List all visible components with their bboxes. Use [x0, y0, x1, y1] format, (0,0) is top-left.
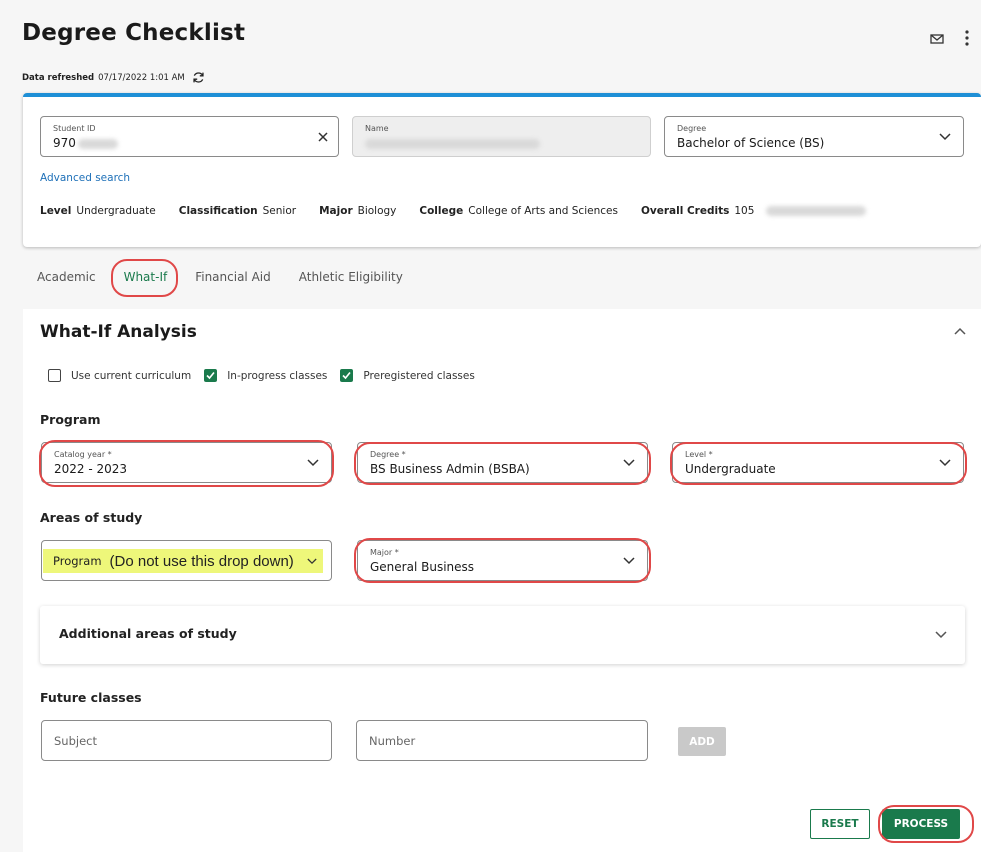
checkbox-preregistered-classes[interactable] — [340, 369, 354, 382]
check-icon — [206, 371, 215, 380]
check-icon — [342, 371, 352, 380]
annotation-ring-major — [354, 538, 651, 583]
classification-label: Classification — [178, 205, 258, 217]
section-title: What-If Analysis — [40, 322, 197, 342]
future-classes-heading: Future classes — [40, 690, 142, 705]
tab-academic[interactable]: Academic — [37, 270, 96, 284]
program-dropdown-label: Program — [53, 554, 102, 568]
check-label: Use current curriculum — [71, 369, 192, 382]
refresh-time: 07/17/2022 1:01 AM — [98, 72, 185, 83]
degree-select[interactable]: Degree Bachelor of Science (BS) — [664, 116, 964, 157]
advanced-search-link[interactable]: Advanced search — [40, 172, 130, 184]
mail-icon[interactable] — [930, 32, 944, 46]
name-field: Name — [352, 116, 651, 157]
refresh-icon[interactable] — [192, 71, 205, 84]
credits-label: Overall Credits — [640, 205, 730, 217]
checkbox-use-current-curriculum[interactable] — [48, 369, 61, 382]
clear-icon[interactable] — [318, 132, 328, 142]
major-value: Biology — [357, 205, 397, 217]
subject-input[interactable] — [42, 721, 331, 760]
more-vertical-icon[interactable] — [962, 29, 972, 47]
level-label: Level — [40, 205, 72, 217]
annotation-ring-catalog-year — [39, 440, 334, 487]
classification-value: Senior — [262, 205, 297, 217]
check-label: Preregistered classes — [363, 369, 475, 382]
degree-label: Degree — [677, 124, 707, 133]
program-dropdown-highlight: Program (Do not use this drop down) — [43, 549, 323, 573]
check-label: In-progress classes — [227, 369, 328, 382]
refresh-label: Data refreshed — [22, 72, 95, 83]
checkbox-in-progress-classes[interactable] — [204, 369, 218, 382]
what-if-panel: What-If Analysis Use current curriculum … — [23, 309, 981, 852]
chevron-down-icon — [307, 558, 317, 565]
degree-value: Bachelor of Science (BS) — [677, 136, 825, 150]
page-title: Degree Checklist — [22, 20, 246, 46]
redacted-info — [766, 206, 867, 216]
additional-areas-accordion[interactable]: Additional areas of study — [40, 606, 965, 664]
annotation-note: (Do not use this drop down) — [109, 552, 294, 570]
student-id-field[interactable]: Student ID 970 — [40, 116, 339, 157]
number-field[interactable] — [356, 720, 648, 761]
name-value-redacted — [365, 136, 540, 150]
student-id-label: Student ID — [53, 124, 96, 133]
annotation-ring-what-if-tab — [111, 259, 178, 297]
tab-athletic-eligibility[interactable]: Athletic Eligibility — [299, 270, 403, 284]
college-label: College — [419, 205, 464, 217]
level-value: Undergraduate — [76, 205, 156, 217]
credits-value: 105 — [734, 205, 755, 217]
chevron-up-icon[interactable] — [954, 327, 966, 335]
annotation-ring-degree — [354, 442, 651, 485]
major-label: Major — [319, 205, 353, 217]
student-card: Student ID 970 Name Degree Bachelor of S… — [23, 93, 981, 247]
student-id-value: 970 — [53, 136, 118, 150]
reset-button[interactable]: RESET — [810, 809, 870, 839]
annotation-ring-level — [670, 442, 967, 485]
college-value: College of Arts and Sciences — [468, 205, 618, 217]
student-summary: Level Undergraduate Classification Senio… — [40, 205, 867, 217]
data-refreshed-line: Data refreshed 07/17/2022 1:01 AM — [22, 71, 205, 84]
options-checkboxes: Use current curriculum In-progress class… — [48, 369, 488, 382]
annotation-ring-process — [878, 805, 974, 843]
chevron-down-icon — [939, 132, 951, 140]
chevron-down-icon — [935, 631, 947, 639]
tab-bar: Academic What-If Financial Aid Athletic … — [37, 270, 431, 284]
name-label: Name — [365, 124, 389, 133]
number-input[interactable] — [357, 721, 647, 760]
add-button[interactable]: ADD — [678, 727, 726, 756]
additional-areas-title: Additional areas of study — [59, 626, 237, 641]
subject-field[interactable] — [41, 720, 332, 761]
tab-financial-aid[interactable]: Financial Aid — [195, 270, 271, 284]
areas-heading: Areas of study — [40, 510, 143, 525]
program-heading: Program — [40, 412, 101, 427]
